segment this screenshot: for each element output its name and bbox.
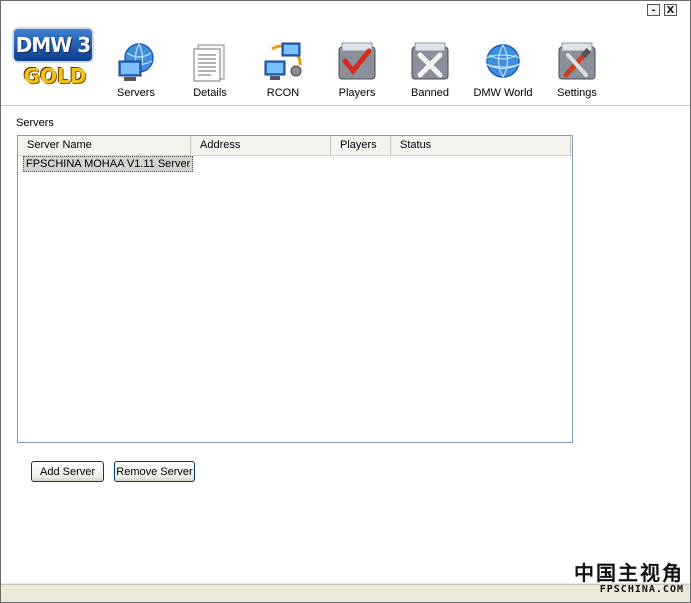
logo-subtitle: GOLD: [23, 64, 87, 88]
toolbar-dmw-world-label: DMW World: [473, 87, 533, 99]
column-header-server-name[interactable]: Server Name: [18, 136, 191, 155]
app-logo: DMW 3 GOLD: [8, 27, 98, 99]
column-header-address[interactable]: Address: [191, 136, 331, 155]
toolbar-details-label: Details: [193, 87, 227, 99]
toolbar-settings-label: Settings: [557, 87, 597, 99]
close-button[interactable]: X: [664, 4, 677, 16]
servers-panel: Servers Server Name Address Players Stat…: [1, 106, 690, 583]
remove-server-button[interactable]: Remove Server: [114, 461, 195, 482]
folder-x-icon: [411, 42, 449, 80]
toolbar-settings-button[interactable]: Settings: [541, 41, 613, 101]
toolbar-rcon-label: RCON: [266, 87, 300, 99]
globe-icon: [483, 44, 523, 78]
watermark: 中国主视角 FPSCHINA.COM: [574, 557, 684, 595]
logo-title: DMW 3: [12, 27, 94, 63]
minimize-button[interactable]: -: [647, 4, 660, 16]
servers-list[interactable]: Server Name Address Players Status FPSCH…: [17, 135, 573, 443]
toolbar-details-button[interactable]: Details: [174, 41, 246, 101]
column-header-status[interactable]: Status: [391, 136, 571, 155]
app-window: - X DMW 3 GOLD Servers Details RCON Play…: [0, 0, 691, 603]
toolbar-players-button[interactable]: Players: [321, 41, 393, 101]
add-server-button[interactable]: Add Server: [31, 461, 104, 482]
toolbar-banned-button[interactable]: Banned: [394, 41, 466, 101]
servers-list-header: Server Name Address Players Status: [18, 136, 572, 156]
toolbar-rcon-button[interactable]: RCON: [247, 41, 319, 101]
computers-network-icon: [264, 42, 302, 80]
server-row[interactable]: FPSCHINA MOHAA V1.11 Server: [23, 156, 194, 172]
toolbar-servers-label: Servers: [117, 87, 155, 99]
toolbar-servers-button[interactable]: Servers: [100, 41, 172, 101]
server-row-name: FPSCHINA MOHAA V1.11 Server: [23, 156, 194, 172]
toolbar-dmw-world-button[interactable]: DMW World: [467, 41, 539, 101]
document-details-icon: [193, 44, 225, 82]
main-toolbar: DMW 3 GOLD Servers Details RCON Players …: [1, 21, 690, 106]
title-bar: - X: [1, 1, 690, 21]
folder-tools-icon: [558, 42, 596, 80]
servers-group-label: Servers: [16, 117, 54, 129]
toolbar-banned-label: Banned: [411, 87, 449, 99]
folder-check-icon: [338, 42, 376, 80]
toolbar-players-label: Players: [338, 87, 376, 99]
watermark-cn: 中国主视角: [574, 561, 684, 585]
globe-computer-icon: [118, 43, 154, 81]
column-header-players[interactable]: Players: [331, 136, 391, 155]
